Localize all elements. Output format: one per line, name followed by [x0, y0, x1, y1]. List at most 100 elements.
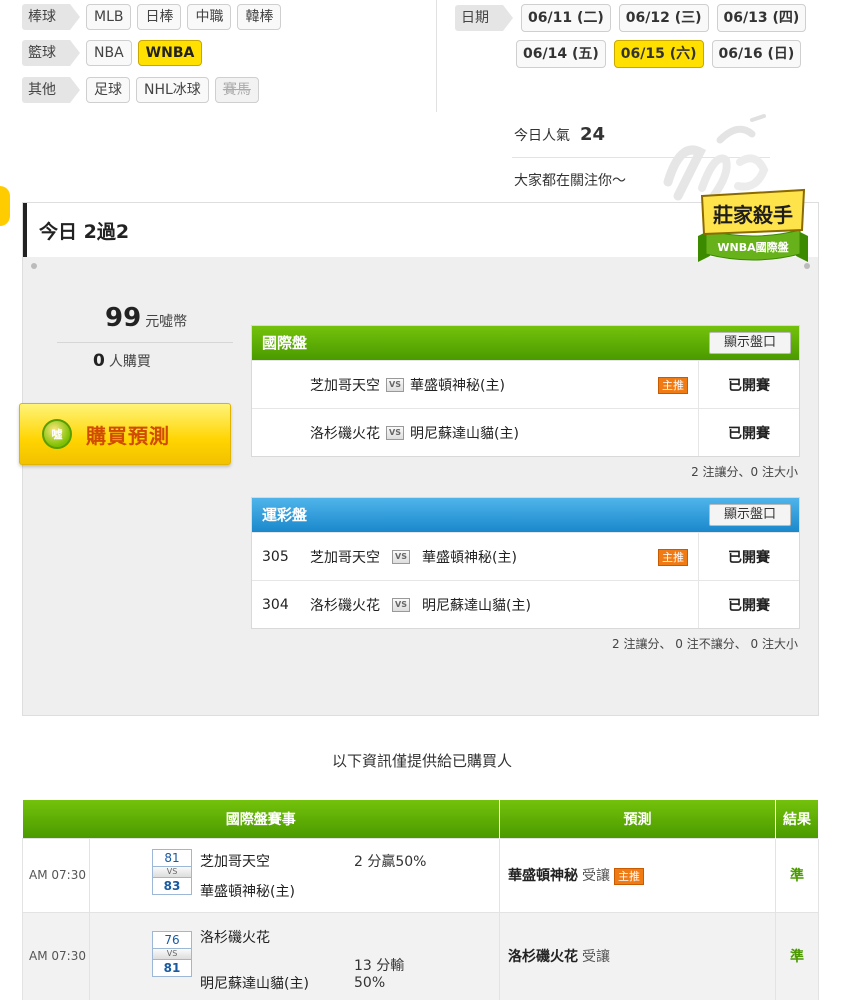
buyers-unit: 人購買 [108, 354, 151, 370]
pred-type: 受讓 [582, 868, 610, 884]
team-top: 芝加哥天空 [200, 853, 270, 870]
row-divider [698, 581, 699, 628]
filter-nba[interactable]: NBA [86, 40, 132, 66]
badge-main-text: 莊家殺手 [713, 203, 793, 227]
filter-row-other: 其他 足球 NHL冰球 賽馬 [22, 77, 259, 103]
screw-icon [31, 263, 37, 269]
main-pick-badge: 主推 [658, 549, 688, 566]
match-teams: 洛杉磯火花 VS 明尼蘇達山貓(主) [310, 423, 519, 443]
team-home: 芝加哥天空 [310, 377, 380, 394]
buyer-count: 0 人購買 [93, 351, 151, 371]
match-number: 304 [262, 596, 289, 613]
intl-odds-header: 國際盤 顯示盤口 [252, 326, 799, 360]
team-away: 華盛頓神秘(主) [410, 377, 505, 394]
date-0614[interactable]: 06/14 (五) [516, 40, 606, 68]
badge-sub-text: WNBA國際盤 [717, 240, 789, 254]
match-row: 304 洛杉磯火花 VS 明尼蘇達山貓(主) 已開賽 [252, 580, 799, 628]
coin-icon: 噓 [42, 419, 72, 449]
prediction-cell: 洛杉磯火花 受讓 [499, 911, 776, 1000]
category-label-other: 其他 [22, 77, 80, 103]
results-table: 國際盤賽事 預測 結果 AM 07:30 81 VS 83 芝加哥天空 華盛頓神… [22, 800, 819, 1000]
results-header-row: 國際盤賽事 預測 結果 [22, 800, 819, 838]
match-teams: 芝加哥天空 VS 華盛頓神秘(主) [310, 375, 505, 395]
bookie-killer-badge: 莊家殺手 WNBA國際盤 [698, 188, 808, 262]
popularity-subtitle: 大家都在關注你～ [514, 173, 626, 189]
score-top: 76 [152, 930, 192, 949]
score-box: 76 VS 81 [152, 930, 192, 977]
game-line: 13 分輸 [354, 957, 405, 974]
price-value: 99 [105, 303, 142, 333]
buyer-only-notice: 以下資訊僅提供給已購買人 [331, 752, 512, 770]
vs-icon: VS [392, 549, 410, 564]
lottery-bet-summary: 2 注讓分、 0 注不讓分、 0 注大小 [612, 637, 798, 651]
match-row: 305 芝加哥天空 VS 華盛頓神秘(主) 主推 已開賽 [252, 532, 799, 580]
intl-show-odds-button[interactable]: 顯示盤口 [708, 332, 791, 354]
filter-kbo[interactable]: 韓棒 [237, 4, 282, 30]
date-0612[interactable]: 06/12 (三) [618, 4, 709, 32]
side-marker [0, 186, 10, 226]
team-bottom: 華盛頓神秘(主) [200, 883, 295, 900]
date-0613[interactable]: 06/13 (四) [716, 4, 807, 32]
score-bottom: 81 [152, 958, 192, 977]
game-time: AM 07:30 [22, 911, 90, 1000]
lottery-odds-title: 運彩盤 [262, 506, 308, 524]
filter-divider [436, 0, 437, 112]
date-label: 日期 [455, 5, 513, 31]
prediction-cell: 華盛頓神秘 受讓 主推 [499, 837, 776, 913]
match-status: 已開賽 [728, 549, 770, 566]
filter-mlb[interactable]: MLB [86, 4, 132, 30]
pred-team: 華盛頓神秘 [508, 868, 578, 884]
date-row-2: 06/14 (五) 06/15 (六) 06/16 (日) [516, 40, 802, 68]
date-0615[interactable]: 06/15 (六) [613, 40, 704, 68]
team-bottom: 明尼蘇達山貓(主) [200, 975, 309, 992]
match-row: 洛杉磯火花 VS 明尼蘇達山貓(主) 已開賽 [252, 408, 799, 456]
row-divider [698, 409, 699, 456]
buy-prediction-button[interactable]: 噓 購買預測 [19, 403, 231, 465]
price: 99 元噓幣 [105, 303, 187, 333]
game-cell: 76 VS 81 洛杉磯火花 明尼蘇達山貓(主) 13 分輸 50% [89, 911, 500, 1000]
prediction-panel: 今日 2過2 99 元噓幣 0 人購買 噓 購買預測 國際盤 顯示盤口 芝加哥天空 … [19, 202, 819, 716]
match-status: 已開賽 [728, 425, 770, 442]
filter-npb[interactable]: 日棒 [137, 4, 182, 30]
filter-wnba[interactable]: WNBA [137, 40, 203, 66]
match-row: 芝加哥天空 VS 華盛頓神秘(主) 主推 已開賽 [252, 360, 799, 408]
score-bottom: 83 [152, 876, 192, 895]
team-away: 明尼蘇達山貓(主) [410, 425, 519, 442]
match-status: 已開賽 [728, 377, 770, 394]
vs-icon: VS [392, 597, 410, 612]
category-label-baseball: 棒球 [22, 4, 80, 30]
filter-cpbl[interactable]: 中職 [187, 4, 232, 30]
game-line-percent: 50% [354, 974, 386, 991]
match-teams: 芝加哥天空 VS 華盛頓神秘(主) [310, 547, 517, 567]
game-cell: 81 VS 83 芝加哥天空 華盛頓神秘(主) 2 分贏50% [89, 837, 500, 913]
filter-soccer[interactable]: 足球 [86, 77, 130, 103]
table-row: AM 07:30 81 VS 83 芝加哥天空 華盛頓神秘(主) 2 分贏50%… [22, 837, 819, 913]
filter-horse-racing: 賽馬 [214, 77, 259, 103]
pred-team: 洛杉磯火花 [508, 949, 578, 965]
match-status: 已開賽 [728, 597, 770, 614]
date-0616[interactable]: 06/16 (日) [711, 40, 802, 68]
row-divider [698, 533, 699, 580]
result-cell: 準 [775, 911, 819, 1000]
filter-nhl[interactable]: NHL冰球 [136, 77, 209, 103]
pred-type: 受讓 [582, 949, 610, 965]
score-vs-icon: VS [152, 866, 192, 877]
lottery-odds-box: 運彩盤 顯示盤口 305 芝加哥天空 VS 華盛頓神秘(主) 主推 已開賽 30… [251, 497, 800, 629]
score-vs-icon: VS [152, 948, 192, 959]
popularity-count: 24 [580, 124, 606, 145]
intl-odds-box: 國際盤 顯示盤口 芝加哥天空 VS 華盛頓神秘(主) 主推 已開賽 洛杉磯火花 … [251, 325, 800, 457]
price-unit: 元噓幣 [145, 314, 188, 330]
lottery-show-odds-button[interactable]: 顯示盤口 [708, 504, 791, 526]
popularity: 今日人氣 24 [514, 124, 605, 145]
main-pick-badge: 主推 [614, 867, 644, 885]
filter-row-basketball: 籃球 NBA WNBA [22, 40, 203, 66]
game-line: 2 分贏50% [354, 853, 427, 870]
row-divider [698, 361, 699, 408]
intl-bet-summary: 2 注讓分、0 注大小 [691, 465, 798, 479]
lottery-odds-header: 運彩盤 顯示盤口 [252, 498, 799, 532]
price-divider [57, 342, 233, 343]
date-0611[interactable]: 06/11 (二) [521, 4, 611, 32]
intl-odds-title: 國際盤 [262, 334, 308, 352]
category-label-basketball: 籃球 [22, 40, 80, 66]
match-teams: 洛杉磯火花 VS 明尼蘇達山貓(主) [310, 595, 531, 615]
